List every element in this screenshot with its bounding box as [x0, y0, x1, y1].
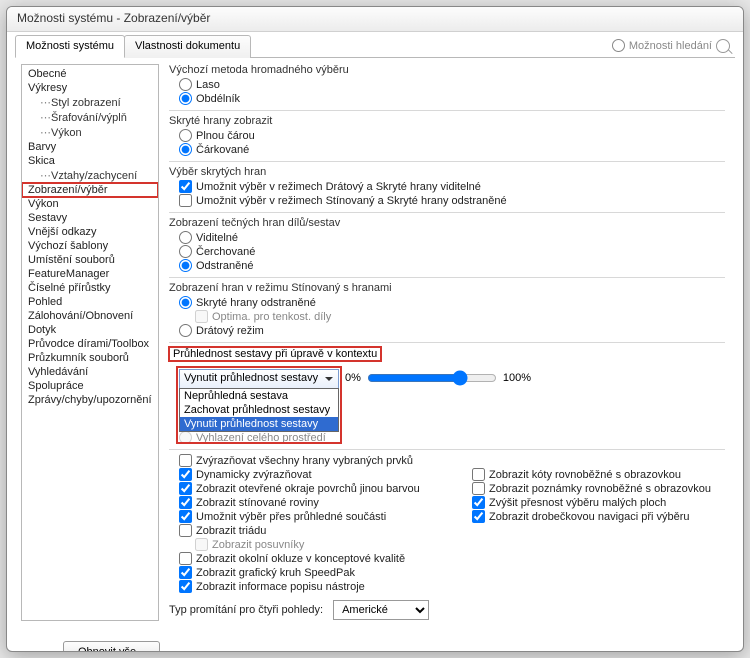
tab-strip: Možnosti systému Vlastnosti dokumentu	[15, 34, 250, 57]
nav-item-9[interactable]: Výkon	[22, 197, 158, 211]
transparency-combo-wrap: Vynutit průhlednost sestavy Neprůhledná …	[179, 369, 339, 389]
group-hidden-edges: Skryté hrany zobrazit	[169, 115, 725, 129]
nav-item-21[interactable]: Vyhledávání	[22, 365, 158, 379]
radio-dashed[interactable]	[179, 143, 192, 156]
radio-removed[interactable]	[179, 259, 192, 272]
radio-solid[interactable]	[179, 129, 192, 142]
check-speedpak[interactable]	[179, 566, 192, 579]
panel-wrap: ObecnéVýkresyStyl zobrazeníŠrafování/výp…	[15, 57, 735, 627]
nav-item-5[interactable]: Barvy	[22, 140, 158, 154]
footer-left: Obnovit vše...	[7, 635, 743, 652]
topbar: Možnosti systému Vlastnosti dokumentu Mo…	[7, 32, 743, 57]
transparency-slider[interactable]	[367, 370, 497, 386]
slider-100: 100%	[503, 372, 531, 384]
nav-item-7[interactable]: Vztahy/zachycení	[22, 168, 158, 183]
check-thin-optim	[195, 310, 208, 323]
check-highlight-edges[interactable]	[179, 454, 192, 467]
group-hidden-select: Výběr skrytých hran	[169, 166, 725, 180]
group-shaded-edges: Zobrazení hran v režimu Stínovaný s hran…	[169, 282, 725, 296]
nav-item-22[interactable]: Spolupráce	[22, 379, 158, 393]
radio-hlr[interactable]	[179, 296, 192, 309]
radio-visible[interactable]	[179, 231, 192, 244]
transparency-combo[interactable]: Vynutit průhlednost sestavy	[179, 369, 339, 389]
tab-document-properties[interactable]: Vlastnosti dokumentu	[124, 35, 251, 58]
projection-label: Typ promítání pro čtyři pohledy:	[169, 604, 323, 616]
radio-wireframe[interactable]	[179, 324, 192, 337]
check-dim-screen[interactable]	[472, 468, 485, 481]
nav-item-1[interactable]: Výkresy	[22, 81, 158, 95]
check-small-faces[interactable]	[472, 496, 485, 509]
gear-icon	[612, 39, 625, 52]
dd-force[interactable]: Vynutit průhlednost sestavy	[180, 417, 338, 431]
nav-item-13[interactable]: Umístění souborů	[22, 253, 158, 267]
dd-keep[interactable]: Zachovat průhlednost sestavy	[180, 403, 338, 417]
nav-item-18[interactable]: Dotyk	[22, 323, 158, 337]
radio-lasso[interactable]	[179, 78, 192, 91]
nav-item-14[interactable]: FeatureManager	[22, 267, 158, 281]
group-transparency-title: Průhlednost sestavy při úpravě v kontext…	[169, 347, 381, 361]
nav-item-15[interactable]: Číselné přírůstky	[22, 281, 158, 295]
content-area: Výchozí metoda hromadného výběru Laso Ob…	[163, 58, 735, 627]
tab-system-options[interactable]: Možnosti systému	[15, 35, 125, 58]
radio-phantom[interactable]	[179, 245, 192, 258]
search-icon	[716, 39, 730, 53]
check-tooltip-info[interactable]	[179, 580, 192, 593]
check-ao-draft[interactable]	[179, 552, 192, 565]
check-shaded-select[interactable]	[179, 194, 192, 207]
search-placeholder: Možnosti hledání	[629, 40, 712, 52]
nav-item-4[interactable]: Výkon	[22, 125, 158, 140]
check-scrollbars	[195, 538, 208, 551]
nav-item-6[interactable]: Skica	[22, 154, 158, 168]
nav-item-17[interactable]: Zálohování/Obnovení	[22, 309, 158, 323]
search-box[interactable]: Možnosti hledání	[607, 36, 735, 56]
slider-0: 0%	[345, 372, 361, 384]
radio-aa-full	[179, 431, 192, 444]
nav-item-3[interactable]: Šrafování/výplň	[22, 110, 158, 125]
nav-item-2[interactable]: Styl zobrazení	[22, 95, 158, 110]
nav-tree[interactable]: ObecnéVýkresyStyl zobrazeníŠrafování/výp…	[21, 64, 159, 621]
check-breadcrumb[interactable]	[472, 510, 485, 523]
transparency-dropdown[interactable]: Neprůhledná sestava Zachovat průhlednost…	[179, 388, 339, 432]
check-triad[interactable]	[179, 524, 192, 537]
nav-item-23[interactable]: Zprávy/chyby/upozornění	[22, 393, 158, 407]
check-shaded-planes[interactable]	[179, 496, 192, 509]
group-bulk-select: Výchozí metoda hromadného výběru	[169, 64, 725, 78]
titlebar: Možnosti systému - Zobrazení/výběr	[7, 7, 743, 32]
check-dynamic-hl[interactable]	[179, 468, 192, 481]
nav-item-12[interactable]: Výchozí šablony	[22, 239, 158, 253]
projection-select[interactable]: Americké	[333, 600, 429, 620]
nav-item-19[interactable]: Průvodce dírami/Toolbox	[22, 337, 158, 351]
window-title: Možnosti systému - Zobrazení/výběr	[17, 11, 210, 25]
nav-item-0[interactable]: Obecné	[22, 67, 158, 81]
nav-item-20[interactable]: Průzkumník souborů	[22, 351, 158, 365]
check-wireframe-select[interactable]	[179, 180, 192, 193]
group-tangent-edges: Zobrazení tečných hran dílů/sestav	[169, 217, 725, 231]
check-transparent-sel[interactable]	[179, 510, 192, 523]
check-notes-screen[interactable]	[472, 482, 485, 495]
nav-item-11[interactable]: Vnější odkazy	[22, 225, 158, 239]
check-open-edges[interactable]	[179, 482, 192, 495]
radio-rectangle[interactable]	[179, 92, 192, 105]
refresh-all-button[interactable]: Obnovit vše...	[63, 641, 160, 652]
nav-item-10[interactable]: Sestavy	[22, 211, 158, 225]
nav-item-8[interactable]: Zobrazení/výběr	[22, 183, 158, 197]
nav-item-16[interactable]: Pohled	[22, 295, 158, 309]
dd-opaque[interactable]: Neprůhledná sestava	[180, 389, 338, 403]
dialog-window: Možnosti systému - Zobrazení/výběr Možno…	[6, 6, 744, 652]
